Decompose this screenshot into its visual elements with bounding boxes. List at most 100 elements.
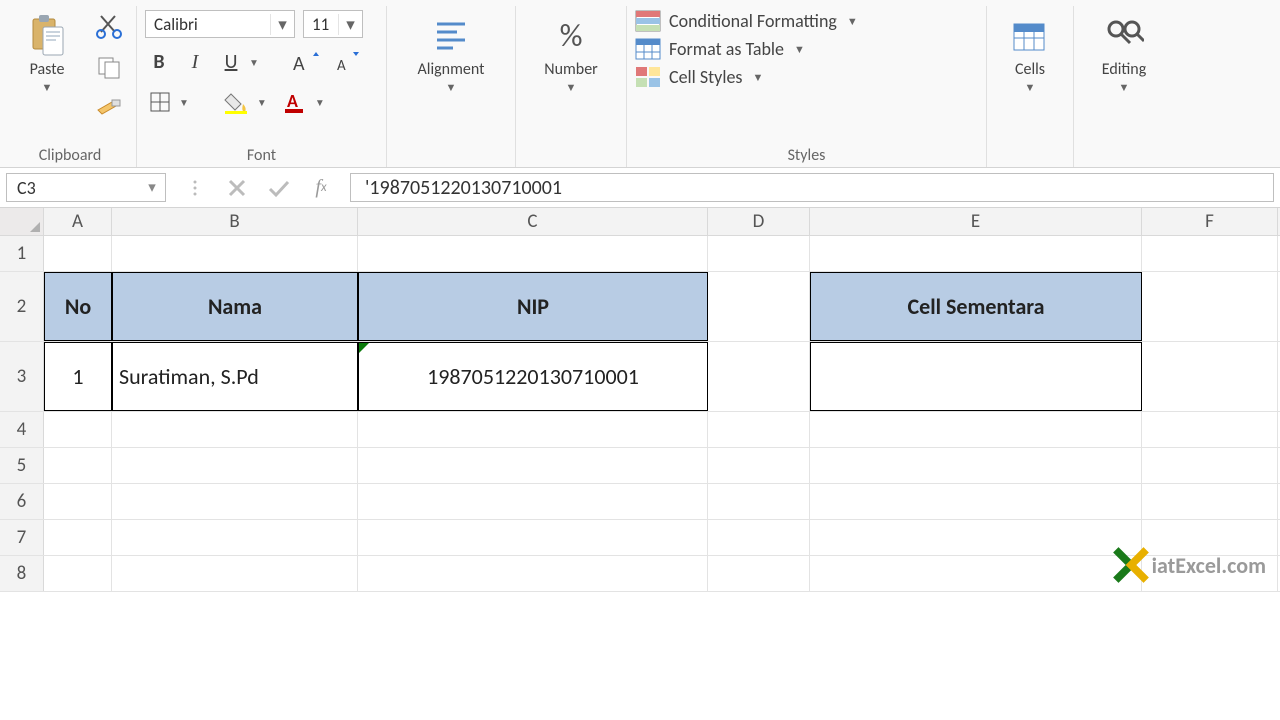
cell-E4[interactable]	[810, 412, 1142, 447]
cell-D6[interactable]	[708, 484, 810, 519]
dropdown-icon[interactable]: ▼	[42, 81, 53, 94]
dropdown-icon[interactable]: ▾	[270, 14, 294, 35]
font-color-button[interactable]: A ▼	[279, 86, 329, 118]
editing-button[interactable]: Editing ▼	[1082, 10, 1166, 94]
cell-F1[interactable]	[1142, 236, 1278, 271]
cell-F2[interactable]	[1142, 272, 1278, 341]
cut-button[interactable]	[90, 10, 128, 42]
row-header-1[interactable]: 1	[0, 236, 44, 271]
col-header-F[interactable]: F	[1142, 208, 1278, 235]
cell-E6[interactable]	[810, 484, 1142, 519]
cell-E7[interactable]	[810, 520, 1142, 555]
row-header-6[interactable]: 6	[0, 484, 44, 519]
cell-C2[interactable]: NIP	[358, 272, 708, 341]
conditional-formatting-button[interactable]: Conditional Formatting ▼	[635, 10, 858, 32]
cell-B7[interactable]	[112, 520, 358, 555]
cell-E3[interactable]	[810, 342, 1142, 411]
cell-C7[interactable]	[358, 520, 708, 555]
row-header-5[interactable]: 5	[0, 448, 44, 483]
col-header-A[interactable]: A	[44, 208, 112, 235]
cell-A5[interactable]	[44, 448, 112, 483]
borders-button[interactable]: ▼	[145, 86, 193, 118]
bold-button[interactable]: B	[145, 46, 173, 78]
cell-B8[interactable]	[112, 556, 358, 591]
col-header-C[interactable]: C	[358, 208, 708, 235]
cell-F4[interactable]	[1142, 412, 1278, 447]
row-header-7[interactable]: 7	[0, 520, 44, 555]
dropdown-icon[interactable]: ▼	[1025, 81, 1036, 94]
underline-button[interactable]: U ▼	[217, 46, 263, 78]
select-all-button[interactable]	[0, 208, 44, 235]
cell-A8[interactable]	[44, 556, 112, 591]
cell-A1[interactable]	[44, 236, 112, 271]
format-painter-button[interactable]	[90, 94, 128, 126]
dropdown-icon[interactable]: ▼	[752, 71, 763, 84]
format-as-table-button[interactable]: Format as Table ▼	[635, 38, 858, 60]
cell-C1[interactable]	[358, 236, 708, 271]
insert-function-button[interactable]: fx	[306, 173, 336, 203]
cell-E8[interactable]	[810, 556, 1142, 591]
cell-C5[interactable]	[358, 448, 708, 483]
font-name-combo[interactable]: Calibri ▾	[145, 10, 295, 38]
formula-input[interactable]: '198705122013071­0001	[350, 173, 1274, 202]
cell-D7[interactable]	[708, 520, 810, 555]
name-box[interactable]: C3 ▾	[6, 173, 166, 202]
cell-D3[interactable]	[708, 342, 810, 411]
cell-B3[interactable]: Suratiman, S.Pd	[112, 342, 358, 411]
alignment-button[interactable]: Alignment ▼	[395, 10, 507, 94]
col-header-E[interactable]: E	[810, 208, 1142, 235]
font-size-combo[interactable]: 11 ▾	[303, 10, 363, 38]
decrease-font-button[interactable]: A	[331, 46, 365, 78]
col-header-B[interactable]: B	[112, 208, 358, 235]
dropdown-icon[interactable]: ▼	[847, 15, 858, 28]
cell-B6[interactable]	[112, 484, 358, 519]
paste-button[interactable]: Paste ▼	[12, 10, 82, 94]
cell-D1[interactable]	[708, 236, 810, 271]
row-header-3[interactable]: 3	[0, 342, 44, 411]
cell-A7[interactable]	[44, 520, 112, 555]
cell-F3[interactable]	[1142, 342, 1278, 411]
dropdown-icon[interactable]: ▾	[338, 14, 362, 35]
cell-B4[interactable]	[112, 412, 358, 447]
cell-C8[interactable]	[358, 556, 708, 591]
dropdown-icon[interactable]: ▼	[566, 81, 577, 94]
col-header-D[interactable]: D	[708, 208, 810, 235]
dropdown-icon[interactable]: ▼	[245, 56, 263, 69]
dropdown-icon[interactable]: ▼	[794, 43, 805, 56]
cell-D4[interactable]	[708, 412, 810, 447]
row-header-2[interactable]: 2	[0, 272, 44, 341]
fill-color-button[interactable]: ▼	[219, 86, 271, 118]
cell-E5[interactable]	[810, 448, 1142, 483]
cell-A6[interactable]	[44, 484, 112, 519]
cancel-button[interactable]	[222, 173, 252, 203]
dropdown-icon[interactable]: ▾	[139, 178, 165, 197]
cell-D2[interactable]	[708, 272, 810, 341]
cell-C6[interactable]	[358, 484, 708, 519]
row-header-8[interactable]: 8	[0, 556, 44, 591]
row-header-4[interactable]: 4	[0, 412, 44, 447]
enter-button[interactable]	[264, 173, 294, 203]
dropdown-icon[interactable]: ▼	[175, 96, 193, 109]
cell-B5[interactable]	[112, 448, 358, 483]
dropdown-icon[interactable]: ▼	[446, 81, 457, 94]
cell-C4[interactable]	[358, 412, 708, 447]
number-button[interactable]: % Number ▼	[524, 10, 618, 94]
cell-A4[interactable]	[44, 412, 112, 447]
cell-E1[interactable]	[810, 236, 1142, 271]
increase-font-button[interactable]: A	[287, 46, 323, 78]
cell-A2[interactable]: No	[44, 272, 112, 341]
cell-F5[interactable]	[1142, 448, 1278, 483]
error-indicator-icon[interactable]	[359, 343, 369, 353]
cell-D8[interactable]	[708, 556, 810, 591]
dropdown-icon[interactable]: ▼	[311, 96, 329, 109]
cell-B2[interactable]: Nama	[112, 272, 358, 341]
cells-button[interactable]: Cells ▼	[995, 10, 1065, 94]
cell-C3[interactable]: 198705122013071­0001	[358, 342, 708, 411]
cell-B1[interactable]	[112, 236, 358, 271]
cell-A3[interactable]: 1	[44, 342, 112, 411]
cell-E2[interactable]: Cell Sementara	[810, 272, 1142, 341]
cell-F6[interactable]	[1142, 484, 1278, 519]
cell-styles-button[interactable]: Cell Styles ▼	[635, 66, 858, 88]
cell-D5[interactable]	[708, 448, 810, 483]
dropdown-icon[interactable]: ▼	[1119, 81, 1130, 94]
